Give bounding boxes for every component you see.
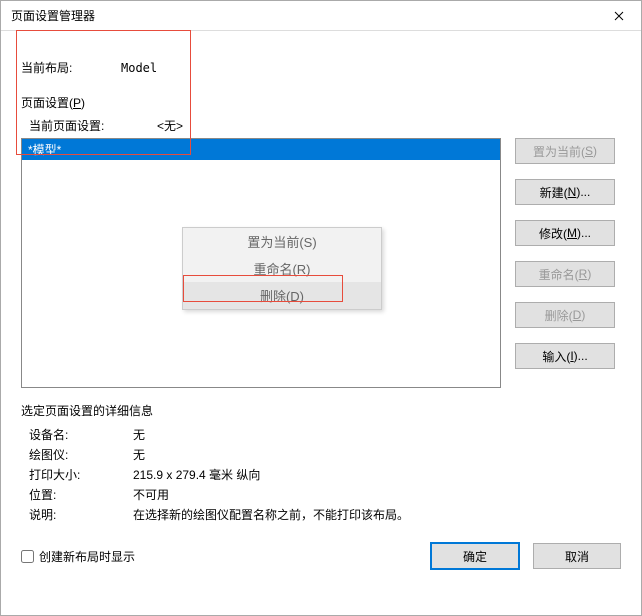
- current-layout-value: Model: [121, 61, 157, 75]
- list-item[interactable]: *模型*: [22, 139, 500, 160]
- show-on-new-layout-label: 创建新布局时显示: [39, 548, 135, 565]
- details-section: 选定页面设置的详细信息 设备名: 无 绘图仪: 无 打印大小: 215.9 x …: [21, 402, 621, 525]
- detail-location-row: 位置: 不可用: [29, 485, 621, 505]
- detail-plotter-value: 无: [133, 445, 145, 465]
- modify-button[interactable]: 修改(M)...: [515, 220, 615, 246]
- detail-size-row: 打印大小: 215.9 x 279.4 毫米 纵向: [29, 465, 621, 485]
- show-on-new-layout-input[interactable]: [21, 550, 34, 563]
- context-rename[interactable]: 重命名(R): [183, 255, 381, 282]
- current-pagesetup-label: 当前页面设置:: [29, 117, 157, 134]
- current-pagesetup-row: 当前页面设置: <无>: [29, 117, 621, 134]
- pagesetup-listbox[interactable]: *模型* 置为当前(S) 重命名(R) 删除(D): [21, 138, 501, 388]
- detail-location-label: 位置:: [29, 485, 133, 505]
- detail-size-value: 215.9 x 279.4 毫米 纵向: [133, 465, 260, 485]
- rename-button[interactable]: 重命名(R): [515, 261, 615, 287]
- content-area: 当前布局: Model 页面设置(P) 当前页面设置: <无> *模型* 置为当…: [1, 31, 641, 615]
- detail-desc-label: 说明:: [29, 505, 133, 525]
- context-set-current[interactable]: 置为当前(S): [183, 228, 381, 255]
- new-button[interactable]: 新建(N)...: [515, 179, 615, 205]
- detail-device-row: 设备名: 无: [29, 425, 621, 445]
- main-area: *模型* 置为当前(S) 重命名(R) 删除(D) 置为当前(S) 新建(N).…: [21, 138, 621, 388]
- set-current-button[interactable]: 置为当前(S): [515, 138, 615, 164]
- close-icon: [614, 11, 624, 21]
- detail-size-label: 打印大小:: [29, 465, 133, 485]
- details-title: 选定页面设置的详细信息: [21, 402, 621, 419]
- delete-button[interactable]: 删除(D): [515, 302, 615, 328]
- ok-button[interactable]: 确定: [431, 543, 519, 569]
- cancel-button[interactable]: 取消: [533, 543, 621, 569]
- context-delete[interactable]: 删除(D): [183, 282, 381, 309]
- current-pagesetup-value: <无>: [157, 117, 183, 134]
- current-layout-row: 当前布局: Model: [21, 59, 621, 76]
- detail-location-value: 不可用: [133, 485, 169, 505]
- detail-plotter-label: 绘图仪:: [29, 445, 133, 465]
- detail-desc-value: 在选择新的绘图仪配置名称之前，不能打印该布局。: [133, 505, 409, 525]
- titlebar: 页面设置管理器: [1, 1, 641, 31]
- import-button[interactable]: 输入(I)...: [515, 343, 615, 369]
- detail-desc-row: 说明: 在选择新的绘图仪配置名称之前，不能打印该布局。: [29, 505, 621, 525]
- side-buttons: 置为当前(S) 新建(N)... 修改(M)... 重命名(R) 删除(D) 输…: [515, 138, 615, 388]
- bottom-row: 创建新布局时显示 确定 取消: [21, 543, 621, 569]
- pagesetup-group-label: 页面设置(P): [21, 94, 621, 111]
- context-menu: 置为当前(S) 重命名(R) 删除(D): [182, 227, 382, 310]
- dialog-window: 页面设置管理器 当前布局: Model 页面设置(P) 当前页面设置: <无> …: [0, 0, 642, 616]
- bottom-buttons: 确定 取消: [431, 543, 621, 569]
- detail-plotter-row: 绘图仪: 无: [29, 445, 621, 465]
- close-button[interactable]: [596, 1, 641, 31]
- current-layout-label: 当前布局:: [21, 59, 121, 76]
- dialog-title: 页面设置管理器: [11, 7, 95, 24]
- show-on-new-layout-checkbox[interactable]: 创建新布局时显示: [21, 548, 135, 565]
- detail-device-value: 无: [133, 425, 145, 445]
- detail-device-label: 设备名:: [29, 425, 133, 445]
